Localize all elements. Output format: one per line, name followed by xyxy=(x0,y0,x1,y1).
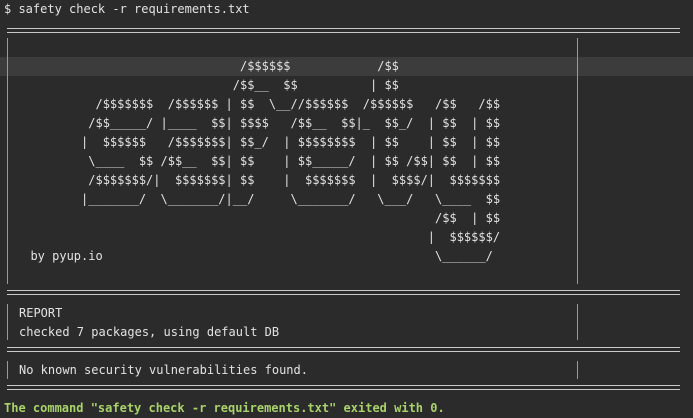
separator-1-inner xyxy=(7,294,680,295)
banner-line-10: | $$$$$$/ xyxy=(16,230,501,244)
banner-line-6: \____ $$ /$$__ $$| $$ | $$_____/ | $$ /$… xyxy=(16,154,501,168)
report-heading: REPORT xyxy=(19,306,63,320)
separator-1 xyxy=(7,290,680,291)
banner-line-2: /$$__ $$ | $$ xyxy=(16,78,399,92)
banner-line-8: |_______/ \_______/|__/ \_______/ \___/ … xyxy=(16,192,501,206)
report-summary: checked 7 packages, using default DB xyxy=(19,325,280,339)
bottom-border-inner xyxy=(7,389,680,390)
bottom-border xyxy=(7,385,680,386)
banner-line-1: /$$$$$$ /$$ xyxy=(16,59,399,73)
banner-left-border xyxy=(7,38,8,284)
top-border-inner xyxy=(7,32,680,33)
banner-line-5: | $$$$$$ /$$$$$$$| $$_/ | $$$$$$$$ | $$ … xyxy=(16,135,501,149)
report-right-border xyxy=(577,304,578,340)
banner-line-4: /$$_____/ |____ $$| $$$$ /$$__ $$|_ $$_/… xyxy=(16,116,501,130)
banner-right-border xyxy=(577,38,578,284)
banner-line-11: by pyup.io \______/ xyxy=(16,249,493,263)
result-message: No known security vulnerabilities found. xyxy=(19,363,308,377)
report-left-border xyxy=(7,304,8,340)
banner-line-9: /$$ | $$ xyxy=(16,211,501,225)
banner-line-7: /$$$$$$$/| $$$$$$$| $$ | $$$$$$$ | $$$$/… xyxy=(16,173,501,187)
command-line: $ safety check -r requirements.txt xyxy=(4,2,250,16)
top-border xyxy=(7,28,680,29)
terminal-window[interactable]: $ safety check -r requirements.txt /$$$$… xyxy=(0,0,693,418)
banner-line-3: /$$$$$$$ /$$$$$$ | $$ \__//$$$$$$ /$$$$$… xyxy=(16,97,501,111)
separator-2-inner xyxy=(7,351,680,352)
result-right-border xyxy=(577,361,578,379)
exit-status-message: The command "safety check -r requirement… xyxy=(4,401,445,415)
result-left-border xyxy=(7,361,8,379)
separator-2 xyxy=(7,347,680,348)
